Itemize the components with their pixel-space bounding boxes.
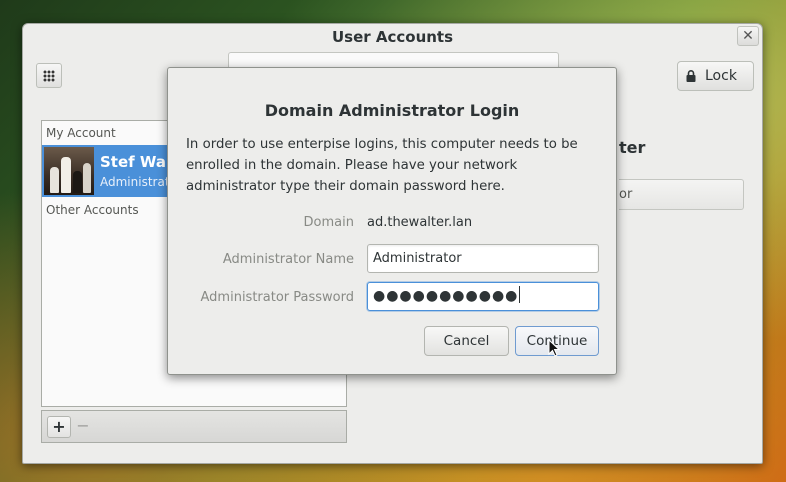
lock-button[interactable]: Lock: [677, 61, 754, 91]
other-accounts-header: Other Accounts: [46, 203, 139, 217]
dialog-title: Domain Administrator Login: [264, 101, 520, 120]
domain-admin-login-dialog: Domain Administrator Login In order to u…: [167, 67, 617, 375]
header-field-stub: [228, 52, 559, 68]
window-title: User Accounts: [331, 28, 454, 46]
lock-button-label: Lock: [705, 68, 737, 84]
lock-icon: [686, 70, 696, 82]
domain-label: Domain: [303, 215, 354, 230]
my-account-header: My Account: [46, 126, 116, 140]
accounts-toolbar: + −: [41, 410, 347, 443]
account-detail-title: ter: [619, 138, 646, 157]
admin-password-label: Administrator Password: [200, 290, 354, 305]
close-icon: ✕: [742, 28, 754, 44]
app-grid-button[interactable]: [36, 63, 62, 88]
admin-name-label: Administrator Name: [222, 252, 354, 267]
text-caret: [519, 286, 521, 303]
grid-icon: [43, 70, 55, 82]
remove-user-button[interactable]: −: [71, 416, 95, 438]
add-user-button[interactable]: +: [47, 416, 71, 438]
close-button[interactable]: ✕: [737, 26, 759, 46]
add-icon: +: [52, 417, 66, 436]
admin-name-value: Administrator: [373, 251, 462, 266]
admin-password-value: ●●●●●●●●●●●: [373, 288, 519, 304]
domain-value: ad.thewalter.lan: [367, 215, 473, 230]
account-type-button[interactable]: or: [619, 179, 744, 210]
cancel-button[interactable]: Cancel: [424, 326, 509, 356]
dialog-message: In order to use enterpise logins, this c…: [186, 137, 578, 194]
admin-password-field[interactable]: ●●●●●●●●●●●: [367, 282, 599, 311]
admin-name-field[interactable]: Administrator: [367, 244, 599, 273]
remove-icon: −: [76, 416, 90, 435]
mouse-pointer-icon: [548, 339, 560, 357]
avatar: [44, 147, 94, 195]
account-role: Administrato: [100, 175, 177, 189]
